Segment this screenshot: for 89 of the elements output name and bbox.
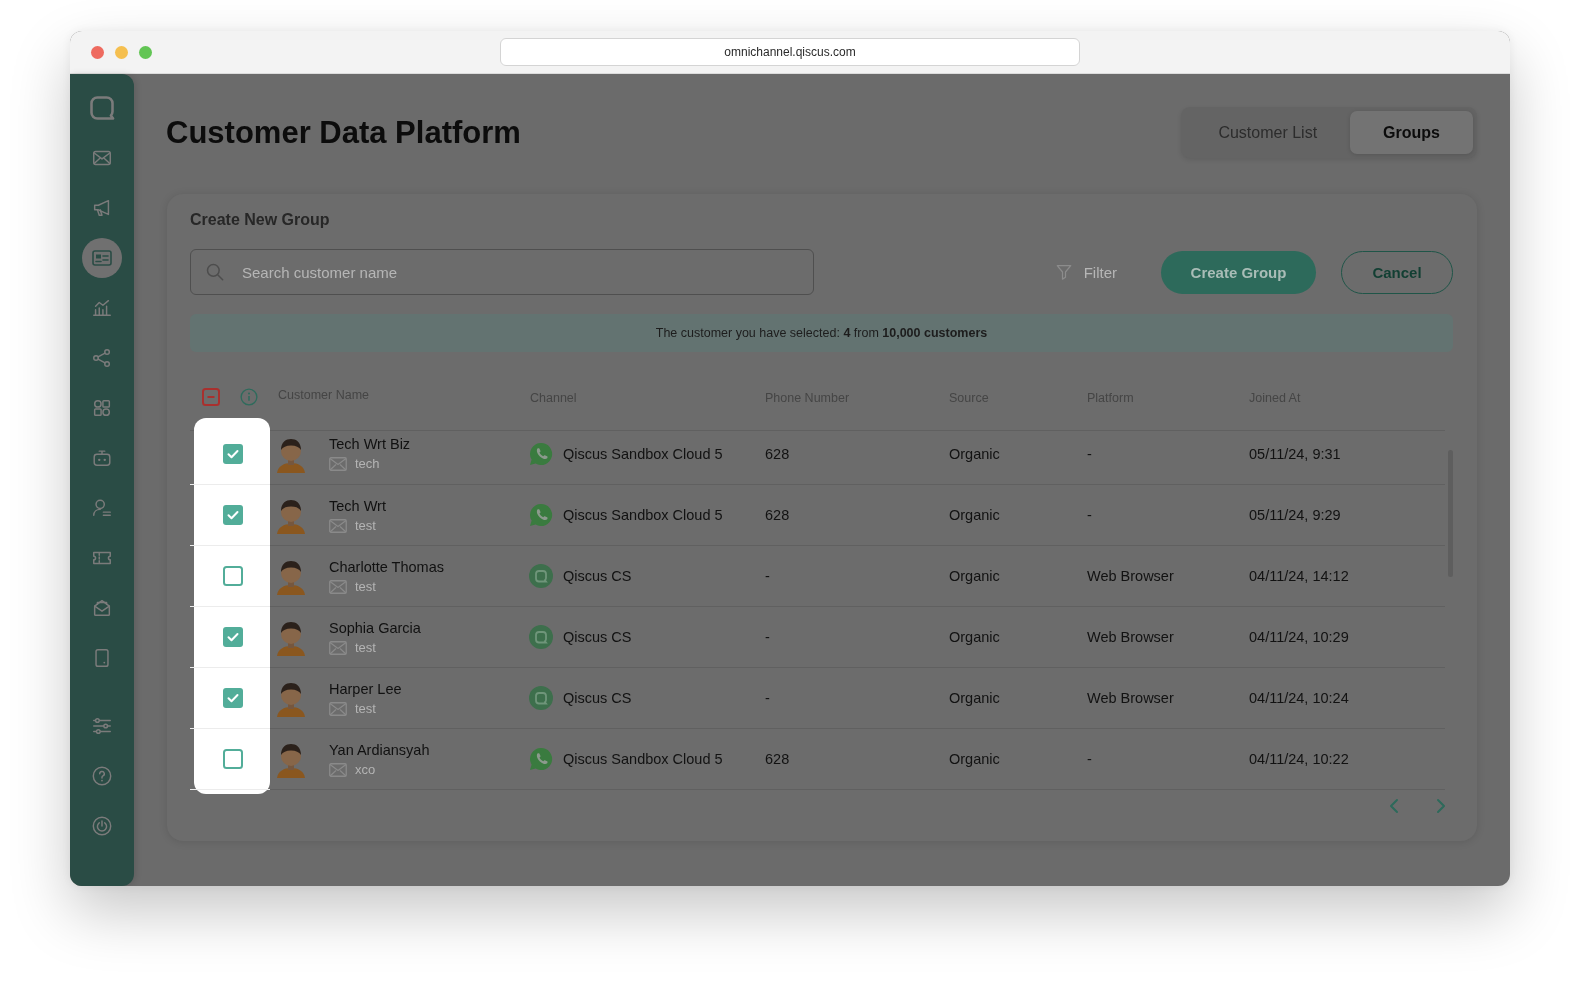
id-card-icon[interactable] bbox=[82, 238, 122, 278]
phone-number: - bbox=[765, 668, 949, 729]
chat-bubble-icon bbox=[529, 686, 553, 710]
customer-email: xco bbox=[355, 761, 376, 778]
filter-icon bbox=[1054, 263, 1073, 281]
phone-bubble-icon bbox=[529, 503, 553, 527]
source-text: Organic bbox=[949, 546, 1087, 607]
customer-email: test bbox=[355, 578, 376, 595]
joined-date: 04/11/24, 10:24 bbox=[1249, 668, 1445, 729]
source-text: Organic bbox=[949, 668, 1087, 729]
joined-date: 04/11/24, 14:12 bbox=[1249, 546, 1445, 607]
customer-email: test bbox=[355, 700, 376, 717]
tab[interactable]: Groups bbox=[1350, 111, 1473, 154]
search-field[interactable]: Search customer name bbox=[190, 249, 814, 295]
phone-number: 628 bbox=[765, 485, 949, 546]
select-all-checkbox[interactable] bbox=[202, 388, 220, 406]
phone-number: 628 bbox=[765, 729, 949, 790]
phone-number: 628 bbox=[765, 431, 949, 485]
customer-name: Tech Wrt Biz bbox=[329, 435, 411, 453]
envelope-icon bbox=[329, 457, 347, 471]
platform-text: Web Browser bbox=[1087, 607, 1249, 668]
row-checkbox[interactable] bbox=[223, 749, 243, 769]
zoom-button[interactable] bbox=[139, 45, 152, 59]
phone-number: - bbox=[765, 546, 949, 607]
selection-summary: The customer you have selected: 4 from 10,000 customers bbox=[655, 326, 988, 340]
bar-chart-icon[interactable] bbox=[91, 297, 113, 319]
platform-text: - bbox=[1087, 729, 1249, 790]
source-text: Organic bbox=[949, 729, 1087, 790]
channel-name: Qiscus CS bbox=[563, 629, 632, 645]
customer-name: Yan Ardiansyah bbox=[329, 740, 430, 759]
customer-email: test bbox=[355, 517, 376, 534]
robot-icon[interactable] bbox=[91, 447, 113, 469]
info-icon[interactable] bbox=[240, 388, 258, 406]
joined-date: 04/11/24, 10:29 bbox=[1249, 607, 1445, 668]
platform-text: - bbox=[1087, 431, 1249, 485]
customer-email: test bbox=[355, 639, 376, 656]
chat-bubble-icon[interactable] bbox=[88, 94, 116, 122]
create-group-button[interactable]: Create Group bbox=[1161, 250, 1316, 294]
customer-name: Harper Lee bbox=[329, 679, 402, 698]
channel-name: Qiscus Sandbox Cloud 5 bbox=[563, 507, 723, 523]
source-text: Organic bbox=[949, 431, 1087, 485]
platform-text: - bbox=[1087, 485, 1249, 546]
minimize-button[interactable] bbox=[115, 45, 128, 59]
envelope-icon bbox=[329, 579, 347, 594]
chevron-left-icon[interactable] bbox=[1389, 798, 1399, 814]
platform-text: Web Browser bbox=[1087, 546, 1249, 607]
person-icon[interactable] bbox=[91, 497, 113, 519]
source-text: Organic bbox=[949, 485, 1087, 546]
filter-button[interactable]: Filter bbox=[1054, 263, 1121, 281]
source-text: Organic bbox=[949, 607, 1087, 668]
sliders-icon[interactable] bbox=[91, 715, 113, 737]
envelope-icon bbox=[329, 762, 347, 777]
row-checkbox[interactable] bbox=[223, 505, 243, 525]
row-checkbox[interactable] bbox=[223, 688, 243, 708]
help-icon[interactable] bbox=[91, 765, 113, 787]
customer-name: Tech Wrt bbox=[329, 496, 386, 515]
phone-bubble-icon bbox=[529, 747, 553, 771]
customer-name: Charlotte Thomas bbox=[329, 557, 444, 576]
chat-bubble-icon bbox=[529, 564, 553, 588]
page-title: Customer Data Platform bbox=[166, 114, 521, 151]
power-icon[interactable] bbox=[91, 815, 113, 837]
joined-date: 05/11/24, 9:31 bbox=[1249, 431, 1445, 485]
open-envelope-icon[interactable] bbox=[91, 597, 113, 619]
envelope-icon bbox=[329, 701, 347, 716]
platform-text: Web Browser bbox=[1087, 668, 1249, 729]
share-icon[interactable] bbox=[91, 347, 113, 369]
tab[interactable]: Customer List bbox=[1185, 111, 1351, 154]
joined-date: 04/11/24, 10:22 bbox=[1249, 729, 1445, 790]
close-button[interactable] bbox=[91, 45, 104, 59]
channel-name: Qiscus CS bbox=[563, 568, 632, 584]
channel-name: Qiscus Sandbox Cloud 5 bbox=[563, 751, 723, 767]
joined-date: 05/11/24, 9:29 bbox=[1249, 485, 1445, 546]
chat-bubble-icon bbox=[529, 625, 553, 649]
grid-icon[interactable] bbox=[91, 397, 113, 419]
row-checkbox[interactable] bbox=[223, 566, 243, 586]
row-checkbox[interactable] bbox=[223, 627, 243, 647]
customer-email: tech bbox=[355, 456, 380, 472]
channel-name: Qiscus CS bbox=[563, 690, 632, 706]
phone-number: - bbox=[765, 607, 949, 668]
envelope-icon bbox=[329, 518, 347, 533]
phone-bubble-icon bbox=[529, 441, 553, 466]
customer-name: Sophia Garcia bbox=[329, 618, 421, 637]
search-icon bbox=[205, 262, 225, 282]
section-title: Create New Group bbox=[190, 210, 331, 230]
channel-name: Qiscus Sandbox Cloud 5 bbox=[563, 445, 723, 462]
address-bar[interactable]: omnichannel.qiscus.com bbox=[500, 38, 1080, 66]
row-checkbox[interactable] bbox=[223, 443, 243, 464]
envelope-icon bbox=[329, 640, 347, 655]
chevron-right-icon[interactable] bbox=[1436, 798, 1446, 814]
